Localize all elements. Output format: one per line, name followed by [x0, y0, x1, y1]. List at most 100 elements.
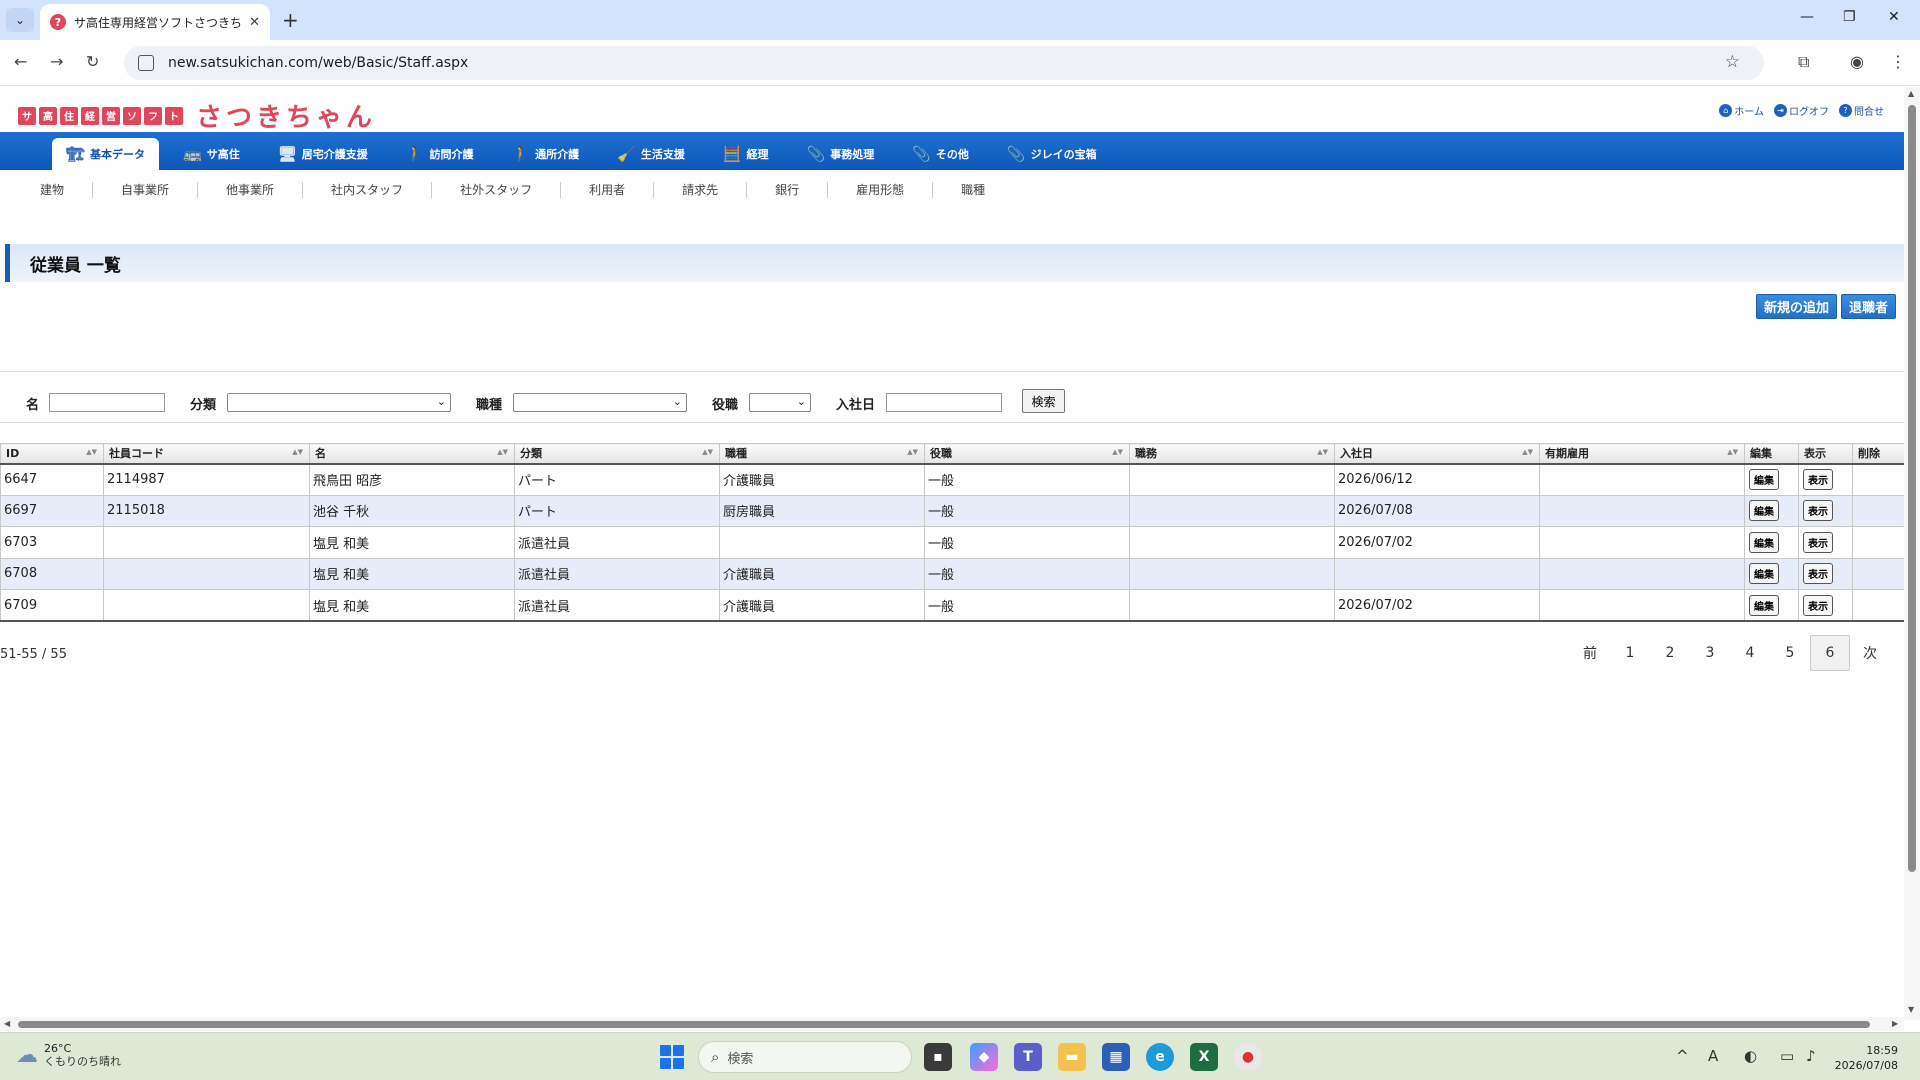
forward-icon[interactable]: → [50, 52, 63, 71]
pager-page[interactable]: 2 [1650, 635, 1690, 671]
column-header[interactable]: 職務 ▲▼ [1129, 443, 1335, 465]
column-header[interactable]: 名 ▲▼ [309, 443, 515, 465]
scroll-up-icon[interactable]: ▲ [1908, 89, 1914, 98]
extensions-icon[interactable]: ⧉ [1798, 52, 1809, 72]
horizontal-scrollbar[interactable]: ◀ ▶ [0, 1017, 1904, 1031]
main-nav-accounting[interactable]: 🧮 経理 [709, 138, 783, 170]
window-close-icon[interactable]: ✕ [1888, 9, 1900, 25]
pager-page-current[interactable]: 6 [1810, 635, 1850, 671]
sub-nav-job-type[interactable]: 職種 [933, 182, 1013, 198]
view-button[interactable]: 表示 [1803, 531, 1833, 553]
browser-tab[interactable]: ? サ高住専用経営ソフトさつきちゃん ✕ [40, 4, 270, 40]
sub-nav-bank[interactable]: 銀行 [747, 182, 829, 198]
scroll-down-icon[interactable]: ▼ [1908, 1005, 1914, 1014]
weather-widget[interactable]: ☁ 26°C くもりのち晴れ [16, 1042, 121, 1069]
sub-nav-building[interactable]: 建物 [12, 182, 94, 198]
column-header[interactable]: 職種 ▲▼ [719, 443, 925, 465]
hire-date-input[interactable] [886, 393, 1002, 412]
excel-icon[interactable]: X [1190, 1043, 1218, 1071]
main-nav-basic-data[interactable]: 🏗 基本データ [52, 138, 160, 170]
column-header[interactable]: 入社日 ▲▼ [1334, 443, 1540, 465]
tab-close-icon[interactable]: ✕ [249, 15, 260, 30]
horizontal-scroll-thumb[interactable] [18, 1021, 1870, 1028]
teams-icon[interactable]: T [1014, 1043, 1042, 1071]
column-header[interactable]: 社員コード ▲▼ [103, 443, 310, 465]
main-nav-life-support[interactable]: 🧹 生活支援 [603, 138, 699, 170]
clock[interactable]: 18:59 2026/07/08 [1835, 1043, 1898, 1073]
pager-page[interactable]: 5 [1770, 635, 1810, 671]
task-view-icon[interactable]: ▪ [924, 1043, 952, 1071]
tab-list-button[interactable]: ⌄ [6, 8, 34, 32]
pager-next[interactable]: 次 [1850, 635, 1890, 671]
pager-page[interactable]: 3 [1690, 635, 1730, 671]
tray-chevron-icon[interactable]: ^ [1676, 1047, 1689, 1065]
column-header[interactable]: 分類 ▲▼ [514, 443, 720, 465]
chrome-icon[interactable]: ● [1234, 1043, 1262, 1071]
volume-icon[interactable]: ♪ [1806, 1047, 1816, 1065]
address-bar[interactable]: new.satsukichan.com/web/Basic/Staff.aspx… [124, 46, 1764, 80]
vertical-scrollbar[interactable]: ▲ ▼ [1904, 87, 1920, 1020]
file-explorer-icon[interactable]: ▬ [1058, 1043, 1086, 1071]
taskbar-search[interactable]: ⌕ 検索 [698, 1041, 912, 1073]
sub-nav-employment-type[interactable]: 雇用形態 [828, 182, 934, 198]
url-text[interactable]: new.satsukichan.com/web/Basic/Staff.aspx [168, 55, 468, 71]
copilot-icon[interactable]: ◆ [970, 1043, 998, 1071]
network-icon[interactable]: ▭ [1780, 1047, 1794, 1065]
logoff-link[interactable]: ⇥ ログオフ [1774, 103, 1829, 118]
pager-page[interactable]: 1 [1610, 635, 1650, 671]
minimize-icon[interactable]: — [1800, 9, 1814, 25]
edit-button[interactable]: 編集 [1749, 563, 1779, 585]
edit-button[interactable]: 編集 [1749, 500, 1779, 522]
category-select[interactable]: ⌄ [227, 393, 451, 412]
main-nav-day-care[interactable]: 🚶 通所介護 [497, 138, 593, 170]
name-input[interactable] [49, 393, 165, 412]
restore-icon[interactable]: ❐ [1843, 9, 1856, 25]
pager-prev[interactable]: 前 [1570, 635, 1610, 671]
sub-nav-external-staff[interactable]: 社外スタッフ [432, 182, 562, 198]
column-header[interactable]: 有期雇用 ▲▼ [1539, 443, 1745, 465]
retired-button[interactable]: 退職者 [1840, 294, 1896, 319]
main-nav-sakoju[interactable]: 🚌 サ高住 [169, 138, 254, 170]
vertical-scroll-thumb[interactable] [1908, 105, 1916, 872]
back-icon[interactable]: ← [14, 52, 27, 71]
ime-icon[interactable]: A [1708, 1047, 1718, 1065]
view-button[interactable]: 表示 [1803, 469, 1833, 490]
column-header[interactable]: 役職 ▲▼ [924, 443, 1130, 465]
bookmark-star-icon[interactable]: ☆ [1725, 52, 1740, 72]
site-logo[interactable]: サ 高 住 経 営 ソ フ ト さつきちゃん [18, 97, 376, 134]
main-nav-visiting-care[interactable]: 🚶 訪問介護 [392, 138, 488, 170]
site-info-icon[interactable] [138, 55, 154, 71]
sub-nav-billing[interactable]: 請求先 [654, 182, 748, 198]
help-link[interactable]: ? 問合せ [1839, 103, 1884, 118]
job-select[interactable]: ⌄ [513, 393, 687, 412]
edit-button[interactable]: 編集 [1749, 469, 1779, 490]
sub-nav-own-office[interactable]: 自事業所 [93, 182, 199, 198]
main-nav-other[interactable]: 📎 その他 [898, 138, 983, 170]
store-icon[interactable]: ▦ [1102, 1043, 1130, 1071]
main-nav-treasure-box[interactable]: 📎 ジレイの宝箱 [993, 138, 1111, 170]
position-select[interactable]: ⌄ [749, 393, 811, 412]
main-nav-office-work[interactable]: 📎 事務処理 [793, 138, 889, 170]
start-button[interactable] [660, 1045, 684, 1069]
menu-icon[interactable]: ⋮ [1890, 52, 1906, 71]
view-button[interactable]: 表示 [1803, 563, 1833, 585]
search-button[interactable]: 検索 [1022, 389, 1065, 413]
scroll-right-icon[interactable]: ▶ [1892, 1019, 1898, 1028]
view-button[interactable]: 表示 [1803, 594, 1833, 616]
view-button[interactable]: 表示 [1803, 500, 1833, 522]
edge-icon[interactable]: e [1146, 1043, 1174, 1071]
main-nav-home-care-support[interactable]: 🖥 居宅介護支援 [264, 138, 382, 170]
profile-icon[interactable]: ◉ [1850, 52, 1864, 71]
add-new-button[interactable]: 新規の追加 [1755, 294, 1837, 319]
new-tab-icon[interactable]: + [282, 8, 299, 32]
sub-nav-internal-staff[interactable]: 社内スタッフ [303, 182, 433, 198]
reload-icon[interactable]: ↻ [86, 52, 99, 71]
edit-button[interactable]: 編集 [1749, 531, 1779, 553]
pager-page[interactable]: 4 [1730, 635, 1770, 671]
home-link[interactable]: ⌂ ホーム [1719, 103, 1764, 118]
column-header[interactable]: ID ▲▼ [0, 443, 104, 465]
ime-mode-icon[interactable]: ◐ [1744, 1047, 1757, 1065]
sub-nav-users[interactable]: 利用者 [561, 182, 655, 198]
scroll-left-icon[interactable]: ◀ [4, 1019, 10, 1028]
sub-nav-other-office[interactable]: 他事業所 [198, 182, 304, 198]
